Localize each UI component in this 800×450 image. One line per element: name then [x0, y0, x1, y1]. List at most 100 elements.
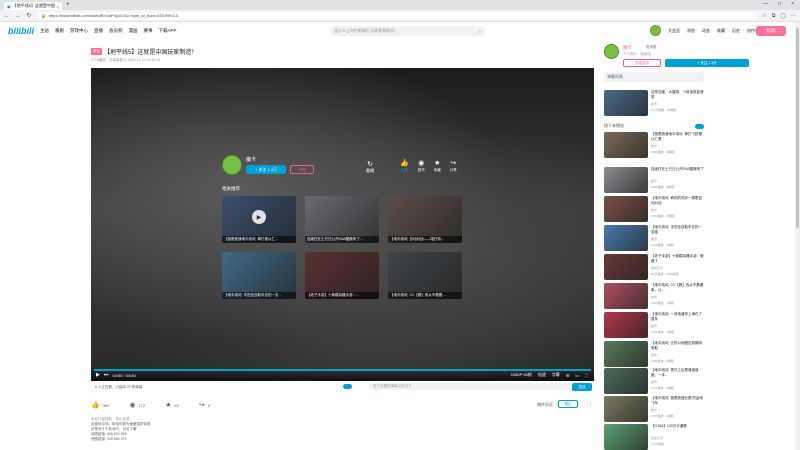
report-link[interactable]: 稿件投诉 [537, 402, 553, 408]
browser-tabbar: ▣ 【地平线5】这就是中国玩家制造！ × + — □ × [0, 0, 800, 10]
page-scrollbar[interactable] [795, 22, 800, 450]
nav-item[interactable]: 主站 [40, 28, 49, 34]
lock-icon: 🔒 [41, 13, 46, 18]
coin-icon: ◉ [129, 402, 136, 409]
play-icon[interactable]: ▶ [96, 372, 100, 378]
reco-stat: 3161播放 · 8弹幕 [651, 185, 675, 189]
url-field[interactable]: 🔒 https://www.bilibili.com/video/BV1wP4y… [37, 11, 758, 20]
reco-title: 【极限竞速地平线5】拳打飞跃第以仁第 [651, 132, 702, 141]
bilibili-logo[interactable]: bilibili [8, 26, 34, 36]
favorite-icon[interactable]: ☆ [762, 13, 766, 19]
fullscreen-icon[interactable]: ⛶ [585, 373, 588, 378]
settings-icon[interactable]: ⚙ [566, 373, 570, 378]
close-icon[interactable]: × [57, 4, 59, 9]
menu-icon[interactable]: ⋯ [791, 13, 796, 19]
collections-icon[interactable]: ⧉ [772, 13, 776, 19]
nav-item[interactable]: 赛事 [144, 28, 153, 34]
related-video[interactable]: 【地平线5】CV【赛】改从不着搬… [388, 252, 462, 299]
nav-item[interactable]: 会员购 [109, 28, 123, 34]
reco-item[interactable]: 【地平线5】丰田全自取车自的一名驱 魔卡 1193播放 · 4弹幕 [604, 225, 704, 252]
up-name[interactable]: 魔卡 [623, 45, 632, 51]
up-avatar[interactable] [222, 155, 242, 175]
progress-bar[interactable] [94, 369, 591, 371]
header-item-dynamic[interactable]: 动态 [702, 28, 710, 34]
reco-item[interactable]: 【地平线5】再只之后是清追速度，一本… 魔卡 1152播放 · 3弹幕 [604, 368, 704, 395]
up-avatar[interactable] [604, 44, 619, 59]
share-button[interactable]: ↪ 6 [199, 401, 210, 409]
autoplay-toggle[interactable] [695, 123, 704, 129]
like-action[interactable]: 👍 点赞 [400, 159, 409, 173]
reco-item[interactable]: 【GTA5】120万卡通赛 这是文字 1.8万播放 [604, 424, 704, 450]
reco-up: 魔卡 [651, 237, 658, 241]
header-item-history[interactable]: 历史 [732, 28, 740, 34]
search-icon[interactable]: ⌕ [479, 29, 481, 34]
favorite-button[interactable]: ★ 62 [165, 401, 179, 409]
nav-item[interactable]: 游戏中心 [70, 28, 88, 34]
header-item-favorites[interactable]: 收藏 [717, 28, 725, 34]
charge-button[interactable]: 充电支持 [623, 59, 661, 67]
message-link[interactable]: 发消息 [646, 45, 657, 50]
reco-item[interactable]: 【老子手游】十款模拟器手游：做做了 游戏乐乐 35万播放 · 1006弹幕 [604, 254, 704, 281]
header-item-messages[interactable]: 消息 [687, 28, 695, 34]
reco-item[interactable]: 【地平线5】刷你的同步一周限自动对战 魔卡 1452播放 · 7弹幕 [604, 196, 704, 223]
like-button[interactable]: 👍 380 [91, 401, 109, 409]
up-name[interactable]: 魔卡 [246, 156, 256, 163]
danmaku-input[interactable]: 发个友善的弹幕见证当下 [369, 383, 583, 390]
share-action[interactable]: ↪ 分享 [450, 159, 457, 173]
danmaku-list-toggle[interactable]: 弹幕列表 ⌄ [604, 72, 704, 82]
endcard-actions: 👍 点赞 ◉ 投币 ★ 收藏 ↪ 分享 [400, 159, 457, 173]
back-icon[interactable]: ← [4, 13, 10, 19]
related-video[interactable]: ▶ 【极限竞速地平线5】拳打被以仁… [222, 196, 296, 243]
note-button[interactable]: 笔记 [558, 400, 578, 408]
reco-stat: 1186播放 · 0弹幕 [651, 359, 674, 363]
related-video[interactable]: 【地平线5】自动对战——喵仔真… [388, 196, 462, 243]
header-item-vip[interactable]: 大会员 [668, 28, 680, 34]
follow-button[interactable]: + 关注 1.4万 [665, 59, 749, 67]
video-player[interactable]: 魔卡 + 关注 1.4万 充电 ↻ 重播 👍 点赞 ◉ 投币 ★ 收藏 ↪ 分享… [91, 68, 594, 381]
reco-item[interactable]: 【地平线5】一改地道有上海在了直车 魔卡 1221播放 · 1弹幕 [604, 312, 704, 339]
reco-item[interactable]: 【地平线5】CV【赛】改从不着搬事，以… 魔卡 1344播放 · 1弹幕 [604, 283, 704, 310]
favorite-action[interactable]: ★ 收藏 [434, 159, 441, 173]
danmaku-send-button[interactable]: 发送 [572, 383, 592, 391]
forward-icon[interactable]: → [15, 13, 21, 19]
profile-icon[interactable]: ◯ [780, 13, 786, 19]
next-icon[interactable]: ⏭ [104, 372, 109, 378]
browser-tab[interactable]: ▣ 【地平线5】这就是中国玩家制造！ × [4, 2, 62, 10]
reco-item[interactable]: 连续在在土只日公开DNA酷跑有了 魔卡 3161播放 · 8弹幕 [604, 167, 704, 194]
subtitle-toggle[interactable]: 字幕 [552, 372, 560, 378]
reco-item[interactable]: 【地平线5】比所以地图这到期待收取 魔卡 1186播放 · 0弹幕 [604, 341, 704, 368]
danmaku-toggle[interactable] [343, 384, 352, 389]
more-icon[interactable]: ⋮ [588, 401, 593, 407]
replay-button[interactable]: ↻ 重播 [366, 160, 374, 174]
avatar[interactable] [650, 25, 661, 36]
search-placeholder: 盘什么让你把眼睛盯天肆套睡瞬间？ [334, 28, 398, 33]
widescreen-icon[interactable]: ▭ [575, 373, 579, 378]
close-window-icon[interactable]: × [791, 1, 794, 7]
upload-button[interactable]: 投稿 [756, 26, 786, 36]
nav-item[interactable]: 漫画 [129, 28, 138, 34]
related-video[interactable]: 【地平线5】丰田全自取车自的一名… [222, 252, 296, 299]
follow-button[interactable]: + 关注 1.4万 [246, 165, 286, 174]
nav-item[interactable]: 直播 [94, 28, 103, 34]
coin-action[interactable]: ◉ 投币 [418, 159, 425, 173]
coin-button[interactable]: ◉ 172 [129, 401, 145, 409]
search-input[interactable]: 盘什么让你把眼睛盯天肆套睡瞬间？ ⌕ [330, 26, 485, 36]
related-video[interactable]: 【老子手游】十款模拟器手游：… [305, 252, 379, 299]
minimize-icon[interactable]: — [763, 1, 768, 7]
speed-selector[interactable]: 倍速 [538, 372, 546, 378]
refresh-icon[interactable]: ↻ [26, 12, 32, 19]
reco-title: 【GTA5】120万卡通赛 [651, 424, 687, 428]
related-video[interactable]: 连续在在土只日公开DNA酷跑有了… [305, 196, 379, 243]
reco-item[interactable]: 这样加速，大直刚，少前油修复速发 魔卡 5.2万播放 · 99弹幕 [604, 90, 704, 117]
scroll-thumb[interactable] [796, 28, 799, 228]
reco-thumbnail [604, 225, 648, 251]
nav-item-download[interactable]: 下载APP [159, 28, 177, 34]
quality-selector[interactable]: 1080P 60帧 [511, 372, 532, 378]
charge-button[interactable]: 充电 [290, 165, 314, 174]
nav-item[interactable]: 番剧 [55, 28, 64, 34]
reco-item[interactable]: 【地平线5】极限竞速比赛 的运地飞车 魔卡 1157播放 · 1弹幕 [604, 396, 704, 423]
new-tab-icon[interactable]: + [66, 2, 70, 8]
reco-title: 【地平线5】CV【赛】改从不着搬事，以… [651, 283, 704, 292]
maximize-icon[interactable]: □ [778, 1, 781, 7]
reco-item[interactable]: 【极限竞速地平线5】拳打飞跃第以仁第 魔卡 3161播放 · 8弹幕 [604, 132, 704, 159]
